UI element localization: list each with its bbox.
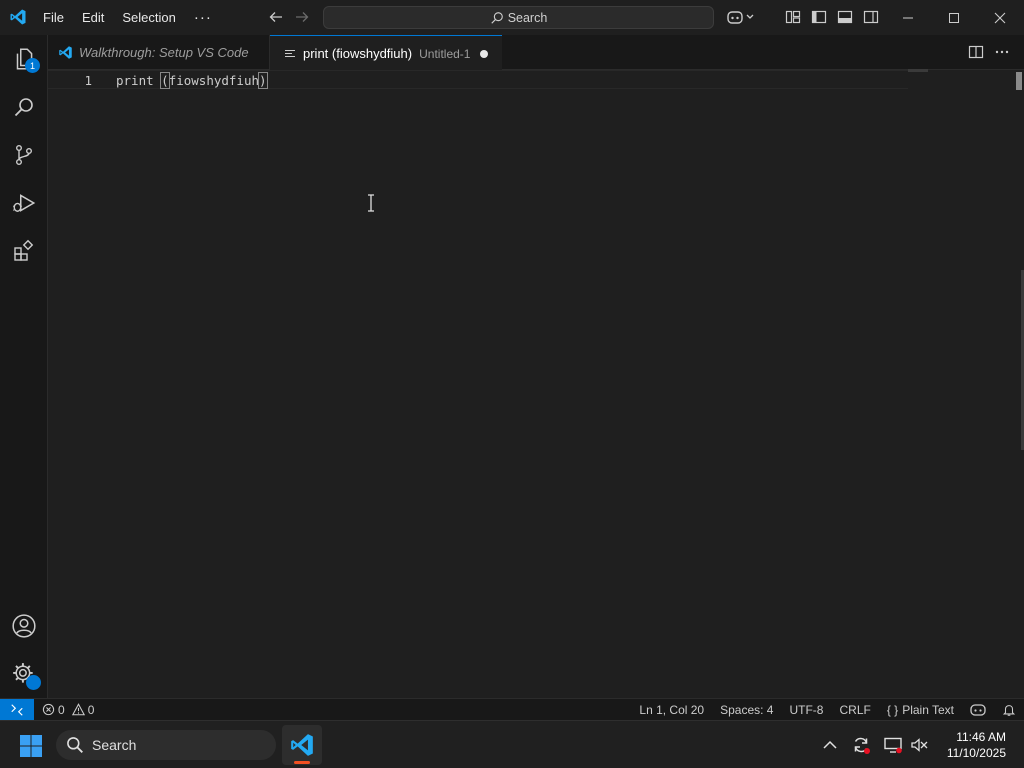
activity-bar: 1 (0, 35, 48, 698)
clock-time: 11:46 AM (956, 730, 1006, 744)
menu-edit[interactable]: Edit (73, 0, 113, 35)
unsaved-dot-icon[interactable] (480, 49, 489, 58)
encoding[interactable]: UTF-8 (781, 703, 831, 717)
remote-icon (11, 703, 23, 716)
line-ending[interactable]: CRLF (831, 703, 878, 717)
copilot-icon[interactable] (727, 9, 755, 25)
customize-layout-icon[interactable] (785, 9, 801, 25)
windows-taskbar: Search 11:46 AM 11/10/2025 (0, 720, 1024, 768)
close-icon (994, 12, 1006, 23)
vscode-logo-icon (291, 734, 313, 756)
code-print: print (116, 73, 162, 88)
command-center-label: Search (507, 10, 548, 25)
close-bracket: ) (258, 72, 268, 89)
account-icon (12, 614, 36, 638)
go-back-icon[interactable] (268, 9, 284, 25)
run-debug-icon (13, 194, 36, 212)
warning-count: 0 (87, 702, 95, 717)
activity-source-control[interactable] (0, 131, 48, 179)
status-bar: 0 0 Ln 1, Col 20 Spaces: 4 UTF-8 CRLF { … (0, 698, 1024, 721)
network-speaker-icon[interactable] (910, 735, 930, 755)
extensions-icon (14, 239, 34, 261)
code-text[interactable]: print (fiowshydfiuh) (116, 72, 268, 89)
tab-untitled-1[interactable]: print (fiowshydfiuh) Untitled-1 (270, 35, 502, 71)
tab-walkthrough[interactable]: Walkthrough: Setup VS Code (48, 35, 270, 70)
activity-run-debug[interactable] (0, 179, 48, 227)
tab-untitled-description: Untitled-1 (419, 46, 471, 61)
source-control-icon (15, 145, 32, 166)
maximize-button[interactable] (931, 0, 977, 35)
open-bracket: ( (160, 72, 170, 89)
tab-walkthrough-label: Walkthrough: Setup VS Code (79, 45, 249, 60)
editor-actions (968, 44, 1010, 60)
notifications[interactable] (994, 703, 1024, 717)
chevron-up-icon[interactable] (820, 735, 840, 755)
copilot-icon (970, 704, 986, 716)
editor-line[interactable]: 1 print (fiowshydfiuh) (48, 70, 908, 89)
more-actions-icon[interactable] (994, 44, 1010, 60)
maximize-icon (949, 12, 959, 23)
plain-text-file-icon (285, 49, 295, 57)
tab-untitled-label: print (fiowshydfiuh) (303, 46, 413, 61)
sync-icon[interactable] (851, 735, 871, 755)
windows-start-icon[interactable] (19, 734, 43, 758)
update-clock-icon (26, 675, 41, 690)
split-editor-icon[interactable] (968, 44, 984, 60)
taskbar-search-label: Search (92, 737, 137, 753)
menu-more-button[interactable]: ··· (185, 0, 221, 35)
remote-indicator-button[interactable] (0, 698, 34, 721)
toggle-secondary-sidebar-icon[interactable] (863, 9, 879, 25)
activity-explorer[interactable]: 1 (0, 35, 48, 83)
indentation[interactable]: Spaces: 4 (712, 703, 781, 717)
title-bar: File Edit Selection ··· Search (0, 0, 1024, 35)
bell-icon (1002, 705, 1016, 716)
line-number: 1 (84, 73, 92, 88)
menu-file[interactable]: File (34, 0, 73, 35)
copilot-status[interactable] (962, 703, 994, 717)
display-icon[interactable] (883, 735, 903, 755)
braces-icon: { } (886, 703, 899, 717)
vertical-scrollbar[interactable] (1016, 72, 1022, 90)
menu-bar: File Edit Selection ··· (34, 0, 221, 35)
problems-indicator[interactable]: 0 0 (42, 703, 94, 717)
running-indicator (294, 761, 310, 764)
toggle-primary-sidebar-icon[interactable] (811, 9, 827, 25)
activity-manage[interactable] (0, 650, 48, 698)
activity-search[interactable] (0, 83, 48, 131)
text-editor[interactable]: 1 print (fiowshydfiuh) (48, 69, 1024, 698)
taskbar-vscode[interactable] (282, 725, 322, 765)
explorer-badge: 1 (25, 58, 40, 73)
clock-date: 11/10/2025 (946, 746, 1006, 760)
taskbar-clock[interactable]: 11:46 AM 11/10/2025 (947, 729, 1006, 761)
minimap[interactable] (908, 69, 928, 72)
go-forward-icon[interactable] (294, 9, 310, 25)
vscode-logo-icon (10, 9, 26, 25)
close-window-button[interactable] (977, 0, 1023, 35)
error-count: 0 (58, 702, 65, 717)
toggle-panel-icon[interactable] (837, 9, 853, 25)
language-mode[interactable]: { } Plain Text (879, 703, 962, 717)
command-center-search[interactable]: Search (323, 6, 714, 29)
vscode-logo-icon (59, 46, 72, 59)
search-icon (491, 11, 503, 24)
search-icon (14, 98, 33, 117)
menu-selection[interactable]: Selection (113, 0, 184, 35)
mouse-ibeam-cursor-icon (368, 194, 374, 212)
activity-extensions[interactable] (0, 227, 48, 275)
minimize-icon (903, 17, 913, 18)
error-icon (42, 703, 55, 716)
vscode-window: File Edit Selection ··· Search 1 Walkthr… (0, 0, 1024, 721)
warning-icon (71, 703, 85, 716)
minimize-button[interactable] (885, 0, 931, 35)
search-icon (67, 737, 83, 753)
activity-accounts[interactable] (0, 602, 48, 650)
taskbar-search[interactable]: Search (56, 730, 276, 760)
editor-tabs: Walkthrough: Setup VS Code print (fiowsh… (48, 35, 1024, 71)
code-argument: fiowshydfiuh (168, 73, 259, 88)
language-label: Plain Text (902, 703, 954, 717)
cursor-position[interactable]: Ln 1, Col 20 (631, 703, 712, 717)
status-bar-right: Ln 1, Col 20 Spaces: 4 UTF-8 CRLF { } Pl… (631, 699, 1024, 721)
